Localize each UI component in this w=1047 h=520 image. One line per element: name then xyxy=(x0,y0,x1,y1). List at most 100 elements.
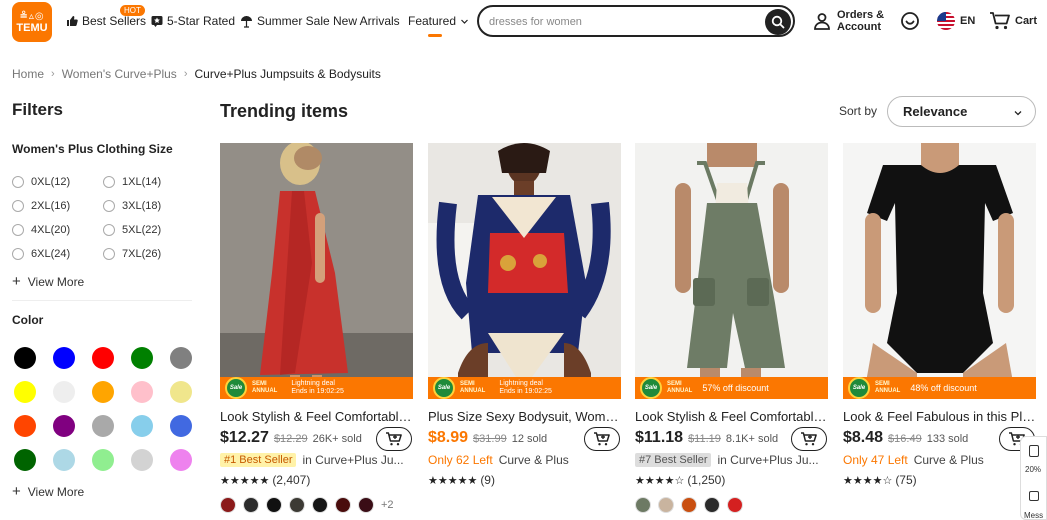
size-filter-heading: Women's Plus Clothing Size xyxy=(12,142,173,156)
add-to-cart-button[interactable] xyxy=(376,427,412,451)
best-seller-badge[interactable]: #1 Best Seller xyxy=(220,453,297,467)
color-swatch[interactable] xyxy=(92,381,114,403)
color-swatch[interactable] xyxy=(170,347,192,369)
size-option[interactable]: 2XL(16) xyxy=(12,200,70,212)
color-swatch[interactable] xyxy=(170,449,192,471)
sort-dropdown[interactable]: Relevance xyxy=(887,96,1036,127)
color-swatch[interactable] xyxy=(53,347,75,369)
product-color-dot[interactable] xyxy=(358,497,374,513)
size-radio[interactable] xyxy=(103,224,115,236)
product-color-dot[interactable] xyxy=(658,497,674,513)
size-option[interactable]: 4XL(20) xyxy=(12,224,70,236)
size-radio[interactable] xyxy=(103,248,115,260)
color-swatch[interactable] xyxy=(170,415,192,437)
nav-best-sellers[interactable]: Best Sellers xyxy=(66,14,146,28)
add-to-cart-button[interactable] xyxy=(791,427,827,451)
best-seller-badge[interactable]: #7 Best Seller xyxy=(635,453,712,467)
product-color-dot[interactable] xyxy=(681,497,697,513)
size-radio[interactable] xyxy=(12,224,24,236)
sort-value: Relevance xyxy=(903,104,968,119)
color-swatch[interactable] xyxy=(131,347,153,369)
color-swatch[interactable] xyxy=(92,415,114,437)
product-color-dot[interactable] xyxy=(635,497,651,513)
size-option[interactable]: 0XL(12) xyxy=(12,176,70,188)
add-to-cart-button[interactable] xyxy=(584,427,620,451)
nav-featured[interactable]: Featured xyxy=(408,14,469,28)
product-image[interactable] xyxy=(635,143,828,399)
color-swatch[interactable] xyxy=(92,449,114,471)
size-option[interactable]: 6XL(24) xyxy=(12,248,70,260)
search-input[interactable] xyxy=(489,13,759,31)
nav-summer-sale[interactable]: Summer Sale xyxy=(240,14,330,28)
size-option[interactable]: 3XL(18) xyxy=(103,200,161,212)
cart-link[interactable]: Cart xyxy=(989,11,1037,31)
category-link[interactable]: in Curve+Plus Ju... xyxy=(717,453,818,467)
product-image[interactable] xyxy=(428,143,621,399)
category-link[interactable]: Curve & Plus xyxy=(914,453,984,467)
color-swatch[interactable] xyxy=(53,449,75,471)
color-view-more-button[interactable]: + View More xyxy=(12,484,84,499)
size-radio[interactable] xyxy=(103,200,115,212)
breadcrumb-womens-curve-plus[interactable]: Women's Curve+Plus xyxy=(62,67,177,81)
product-image[interactable] xyxy=(843,143,1036,399)
filters-heading: Filters xyxy=(12,100,64,119)
product-card[interactable]: Sale SEMI ANNUAL Lightning deal Ends in 19… xyxy=(220,143,413,520)
color-swatch[interactable] xyxy=(14,347,36,369)
support-button[interactable] xyxy=(900,11,920,36)
nav-new-arrivals[interactable]: New Arrivals xyxy=(333,14,400,28)
color-swatch[interactable] xyxy=(131,449,153,471)
color-swatch[interactable] xyxy=(170,381,192,403)
breadcrumb-home[interactable]: Home xyxy=(12,67,44,81)
product-title[interactable]: Plus Size Sexy Bodysuit, Women's Plus... xyxy=(428,409,621,424)
product-color-dot[interactable] xyxy=(243,497,259,513)
size-option[interactable]: 5XL(22) xyxy=(103,224,161,236)
product-price: $12.27 xyxy=(220,429,269,446)
size-radio[interactable] xyxy=(12,176,24,188)
product-title[interactable]: Look Stylish & Feel Comfortable in this.… xyxy=(220,409,413,424)
product-color-dot[interactable] xyxy=(266,497,282,513)
nav-5-star-rated[interactable]: 5-Star Rated xyxy=(151,14,235,28)
category-link[interactable]: Curve & Plus xyxy=(499,453,569,467)
product-color-dot[interactable] xyxy=(289,497,305,513)
product-title[interactable]: Look Stylish & Feel Comfortable in this.… xyxy=(635,409,828,424)
orders-account-link[interactable]: Orders & Account xyxy=(813,9,884,33)
color-swatch[interactable] xyxy=(53,381,75,403)
floating-side-panel[interactable]: 20% Mess xyxy=(1020,436,1047,520)
color-swatch[interactable] xyxy=(92,347,114,369)
search-button[interactable] xyxy=(765,9,791,35)
product-card[interactable]: Sale SEMI ANNUAL 57% off discount Look St… xyxy=(635,143,828,520)
size-option[interactable]: 7XL(26) xyxy=(103,248,161,260)
product-card[interactable]: Sale SEMI ANNUAL 48% off discount Look & … xyxy=(843,143,1036,520)
nav-new-arrivals-label: New Arrivals xyxy=(333,14,400,28)
product-color-dot[interactable] xyxy=(220,497,236,513)
size-view-more-button[interactable]: + View More xyxy=(12,274,84,289)
product-color-dot[interactable] xyxy=(335,497,351,513)
more-colors-count[interactable]: +2 xyxy=(381,499,394,511)
size-radio[interactable] xyxy=(12,200,24,212)
color-swatch[interactable] xyxy=(131,381,153,403)
product-color-dot[interactable] xyxy=(727,497,743,513)
promo-banner: Sale SEMI ANNUAL 57% off discount xyxy=(635,377,828,399)
color-swatch[interactable] xyxy=(14,449,36,471)
size-option[interactable]: 1XL(14) xyxy=(103,176,161,188)
color-swatch[interactable] xyxy=(131,415,153,437)
product-color-dot[interactable] xyxy=(704,497,720,513)
product-image[interactable] xyxy=(220,143,413,399)
size-radio[interactable] xyxy=(103,176,115,188)
color-swatch[interactable] xyxy=(53,415,75,437)
review-count: (2,407) xyxy=(272,473,311,487)
language-code: EN xyxy=(960,15,976,27)
trending-items-heading: Trending items xyxy=(220,101,349,121)
category-link[interactable]: in Curve+Plus Ju... xyxy=(302,453,403,467)
language-selector[interactable]: EN xyxy=(937,12,975,30)
product-color-dot[interactable] xyxy=(312,497,328,513)
product-title[interactable]: Look & Feel Fabulous in this Plus Size..… xyxy=(843,409,1036,424)
temu-logo[interactable]: ≗▵◎ TEMU xyxy=(12,2,52,42)
color-swatch[interactable] xyxy=(14,415,36,437)
product-card[interactable]: Sale SEMI ANNUAL Lightning deal Ends in 19… xyxy=(428,143,621,520)
sold-count: 133 sold xyxy=(926,433,969,445)
size-radio[interactable] xyxy=(12,248,24,260)
add-to-cart-icon xyxy=(594,432,610,446)
price-row: $12.27 $12.29 26K+ sold xyxy=(220,429,362,447)
color-swatch[interactable] xyxy=(14,381,36,403)
